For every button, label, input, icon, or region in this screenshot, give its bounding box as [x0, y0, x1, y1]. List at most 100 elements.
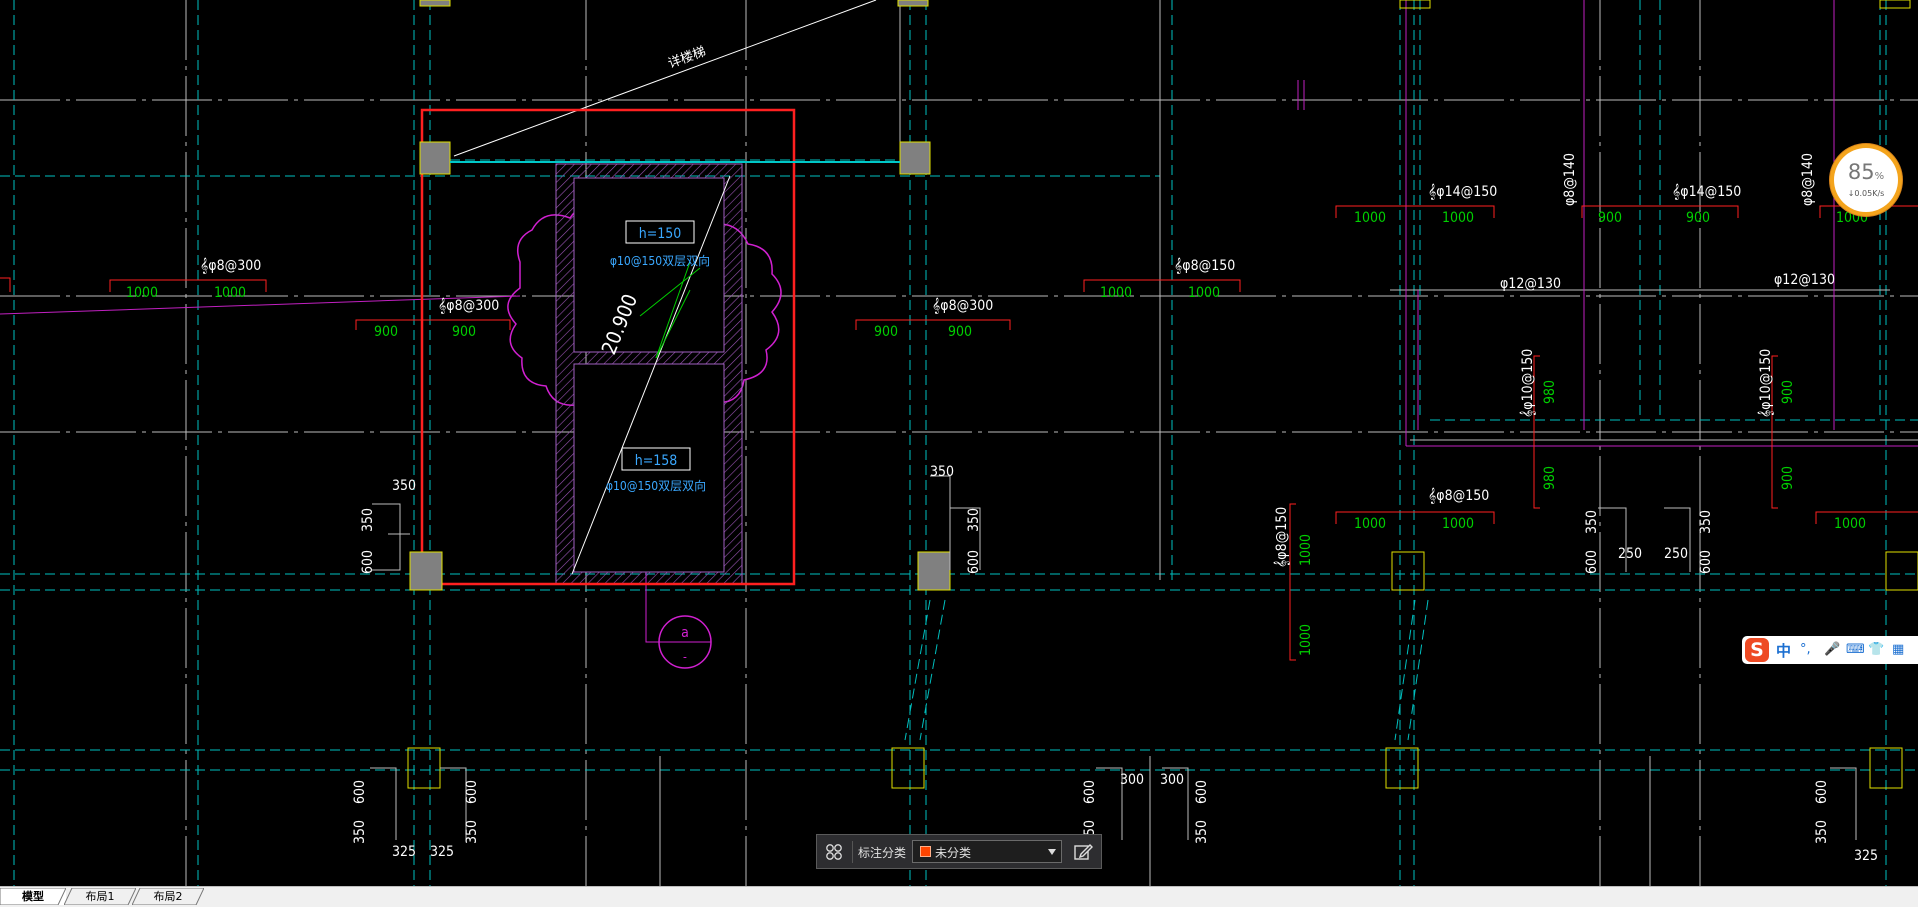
dim-text: 1000	[1354, 516, 1386, 532]
dim-text: 350	[360, 508, 376, 532]
dim-text: 1000	[1442, 210, 1474, 226]
dim-text: 350	[1194, 820, 1210, 844]
dim-text: 350	[1698, 510, 1714, 534]
speed-rate: ↓0.05K/s	[1847, 189, 1885, 198]
dim-text: 980	[1542, 466, 1558, 490]
rebar-label: 𝄞φ10@150	[1758, 349, 1774, 418]
dim-text: 1000	[1836, 210, 1868, 226]
cad-drawing-canvas[interactable]: a - h=150 φ10@150双层双向 h=158 φ10@150双层双向 …	[0, 0, 1918, 886]
dim-text: 900	[874, 324, 898, 340]
rebar-lower: φ10@150双层双向	[606, 478, 706, 493]
category-label: 标注分类	[858, 846, 907, 860]
dim-text: 1000	[1834, 516, 1866, 532]
dim-text: 600	[1698, 550, 1714, 574]
slab-thickness-lower: h=158	[635, 453, 678, 469]
dim-text: 900	[948, 324, 972, 340]
microphone-icon[interactable]: 🎤	[1824, 642, 1840, 657]
dim-text: 600	[966, 550, 982, 574]
dim-text: 600	[352, 780, 368, 804]
rebar-label: 𝄞φ8@300	[200, 258, 261, 274]
dim-text: 350	[1584, 510, 1600, 534]
axis-grid-lines	[0, 0, 1918, 886]
rebar-label: 𝄞φ8@150	[1274, 507, 1290, 568]
rebar-label: 𝄞φ8@300	[438, 298, 499, 314]
dim-text: 350	[930, 464, 954, 480]
dim-text: 600	[464, 780, 480, 804]
dim-text: 350	[966, 508, 982, 532]
dim-text: 325	[1854, 848, 1878, 864]
beam-lines	[0, 0, 1918, 886]
axis-bubble-sub: -	[683, 650, 687, 664]
tab-layout2[interactable]: 布局2	[132, 888, 204, 905]
dim-text: 1000	[1100, 285, 1132, 301]
speed-percent: 85	[1847, 160, 1875, 184]
rebar-label: 𝄞φ8@300	[932, 298, 993, 314]
rebar-label: φ12@130	[1774, 272, 1835, 288]
keyboard-icon[interactable]: ⌨	[1846, 642, 1865, 657]
rebar-label: 𝄞φ8@150	[1174, 258, 1235, 274]
tab-layout2-label: 布局2	[153, 890, 183, 903]
dim-text: 900	[1780, 466, 1796, 490]
dim-text: 900	[452, 324, 476, 340]
dim-text: 600	[1814, 780, 1830, 804]
dim-text: 600	[360, 550, 376, 574]
dimension-ticks	[0, 205, 1918, 661]
dim-text: 600	[1194, 780, 1210, 804]
dim-text: 900	[1686, 210, 1710, 226]
rebar-label: φ8@140	[1800, 153, 1816, 206]
dim-text: 1000	[1188, 285, 1220, 301]
wall-lines	[659, 0, 1918, 886]
dim-text: 600	[1584, 550, 1600, 574]
dim-text: 350	[464, 820, 480, 844]
skin-icon[interactable]: 👕	[1868, 642, 1884, 657]
ime-language-toggle[interactable]: 中	[1776, 640, 1791, 661]
dim-text: 300	[1120, 772, 1144, 788]
rebar-label: 𝄞φ14@150	[1428, 184, 1497, 200]
dim-text: 250	[1664, 546, 1688, 562]
dim-text: 1000	[1298, 624, 1314, 656]
tab-layout1[interactable]: 布局1	[64, 888, 136, 905]
layout-tabs: 模型 布局1 布局2	[0, 886, 1918, 907]
tab-layout1-label: 布局1	[85, 890, 115, 903]
ime-toolbar[interactable]: S 中 °, 🎤 ⌨ 👕 ▦	[1742, 636, 1918, 664]
rebar-label: 𝄞φ10@150	[1520, 349, 1536, 418]
dim-text: 600	[1082, 780, 1098, 804]
toolbox-icon[interactable]: ▦	[1892, 642, 1904, 657]
grid-icon[interactable]	[825, 843, 843, 861]
rebar-label: 𝄞φ14@150	[1672, 184, 1741, 200]
dim-text: 250	[1618, 546, 1642, 562]
tab-model[interactable]: 模型	[0, 888, 66, 905]
dim-text: 350	[352, 820, 368, 844]
edit-icon[interactable]	[1072, 841, 1094, 863]
dim-text: 325	[430, 844, 454, 860]
dim-text: 300	[1160, 772, 1184, 788]
chevron-down-icon	[1048, 849, 1056, 855]
dim-text: 350	[392, 478, 416, 494]
speed-percent-sign: %	[1874, 171, 1885, 182]
dim-text: 1000	[126, 285, 158, 301]
rebar-upper: φ10@150双层双向	[610, 253, 710, 268]
dim-text: 980	[1542, 380, 1558, 404]
dim-text: 350	[1814, 820, 1830, 844]
dim-text: 1000	[1354, 210, 1386, 226]
dim-text: 325	[392, 844, 416, 860]
slab-boundary-lines	[0, 0, 1918, 447]
dim-text: 900	[374, 324, 398, 340]
rebar-label: 𝄞φ8@150	[1428, 488, 1489, 504]
network-speed-widget[interactable]: 85% ↓0.05K/s	[1834, 148, 1898, 212]
dim-text: 1000	[1442, 516, 1474, 532]
annotation-category-toolbar: 标注分类 未分类	[816, 834, 1102, 869]
category-select-value: 未分类	[935, 846, 972, 860]
category-select[interactable]: 未分类	[912, 840, 1062, 863]
dim-text: 1000	[1298, 534, 1314, 566]
slab-thickness-upper: h=150	[639, 226, 682, 242]
punctuation-icon[interactable]: °,	[1800, 642, 1811, 657]
rebar-label: φ12@130	[1500, 276, 1561, 292]
category-color-swatch	[920, 846, 931, 857]
axis-bubble-label: a	[681, 625, 689, 641]
rebar-label: φ8@140	[1562, 153, 1578, 206]
tab-model-label: 模型	[22, 890, 44, 903]
dim-text: 1000	[214, 285, 246, 301]
dim-text: 900	[1780, 380, 1796, 404]
sogou-logo-icon[interactable]: S	[1745, 638, 1769, 662]
